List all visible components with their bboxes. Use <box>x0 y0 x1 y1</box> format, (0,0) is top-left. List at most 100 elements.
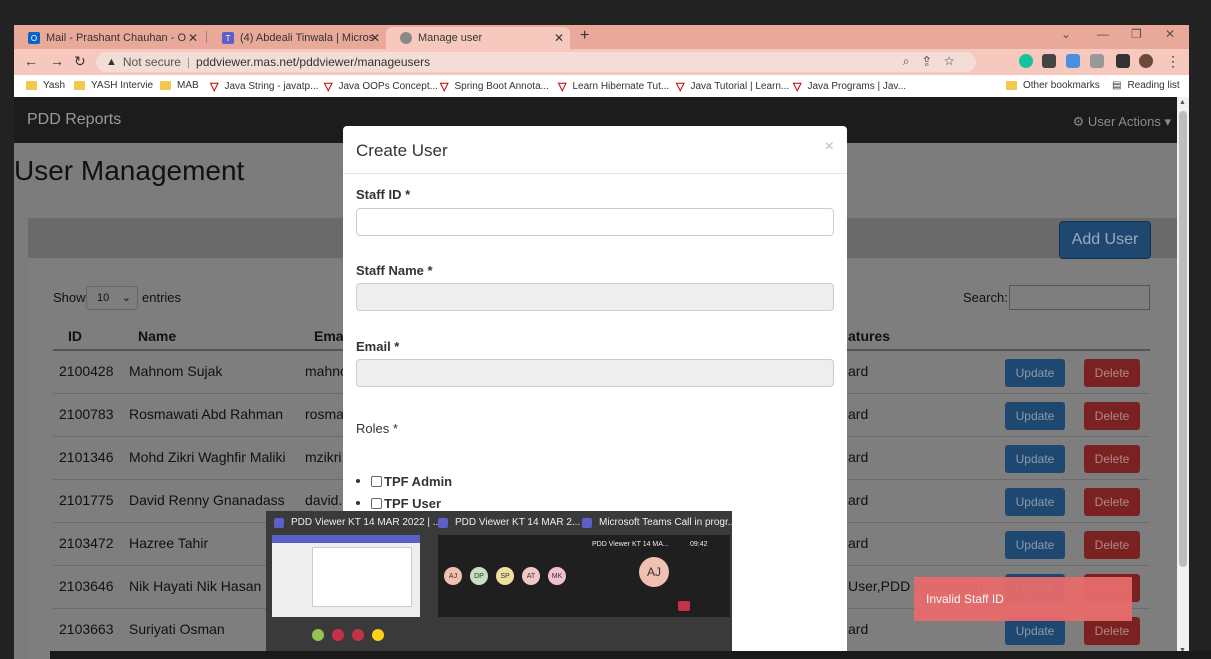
puzzle-icon[interactable] <box>1116 54 1130 68</box>
tpf-user-checkbox[interactable] <box>371 497 382 509</box>
status-busy-icon[interactable] <box>332 629 344 641</box>
profile-avatar[interactable] <box>1139 54 1153 68</box>
bookmark-item[interactable]: MAB <box>160 80 199 91</box>
javatpoint-icon: ▽ <box>324 81 333 93</box>
search-input[interactable] <box>1009 285 1150 310</box>
add-user-button[interactable]: Add User <box>1059 221 1151 259</box>
bookmark-item[interactable]: Yash <box>26 80 65 91</box>
cogs-icon: ⚙ <box>1072 114 1085 129</box>
window-thumbnail[interactable] <box>272 535 420 617</box>
bookmark-item[interactable]: ▽ Java String - javatp... <box>210 80 318 93</box>
update-button[interactable]: Update <box>1005 531 1065 559</box>
folder-icon <box>160 81 171 90</box>
staff-id-input[interactable] <box>356 208 834 236</box>
cell-email: mzikri. <box>305 449 346 465</box>
window-thumbnail[interactable]: PDD Viewer KT 14 MA... 09:42 AJ <box>582 535 730 617</box>
window-thumbnail[interactable]: AJ DP SP AT MK <box>438 535 586 617</box>
delete-button[interactable]: Delete <box>1084 488 1140 516</box>
url-bar[interactable]: ▲ Not secure | pddviewer.mas.net/pddview… <box>96 52 976 72</box>
preview-title[interactable]: Microsoft Teams Call in progr... <box>582 517 736 528</box>
delete-button[interactable]: Delete <box>1084 617 1140 645</box>
column-header-id[interactable]: ID <box>68 328 82 344</box>
cell-email: mahnc <box>305 363 348 379</box>
bookmark-item[interactable]: ▽ Java OOPs Concept... <box>324 80 438 93</box>
search-label: Search: <box>963 290 1008 305</box>
reload-icon[interactable]: ↻ <box>74 53 86 70</box>
reading-list[interactable]: ▤ Reading list <box>1112 80 1180 91</box>
error-toast[interactable]: Invalid Staff ID <box>914 577 1132 621</box>
bookmark-item[interactable]: ▽ Java Tutorial | Learn... <box>676 80 789 93</box>
cell-id: 2100428 <box>59 363 114 379</box>
scroll-up-icon[interactable]: ▲ <box>1179 99 1186 106</box>
menu-icon[interactable]: ⋮ <box>1166 53 1180 70</box>
bookmark-label: Java Programs | Jav... <box>807 81 907 92</box>
hangup-icon[interactable] <box>678 601 690 611</box>
status-away-icon[interactable] <box>372 629 384 641</box>
other-bookmarks[interactable]: Other bookmarks <box>1006 80 1100 91</box>
bookmark-label: Reading list <box>1127 80 1180 91</box>
bullet <box>356 479 360 483</box>
column-header-name[interactable]: Name <box>138 328 176 344</box>
javatpoint-icon: ▽ <box>676 81 685 93</box>
tab-outlook-mail[interactable]: O Mail - Prashant Chauhan - Outlo ✕ <box>14 27 204 49</box>
tab-teams[interactable]: T (4) Abdeali Tinwala | Microsoft Te ✕ <box>208 27 386 49</box>
window-close-icon[interactable]: ✕ <box>1165 27 1175 41</box>
scroll-thumb[interactable] <box>1179 111 1187 567</box>
omnibox-action-icons[interactable]: ⌕⇪☆ <box>903 54 968 69</box>
app-brand[interactable]: PDD Reports <box>27 111 121 129</box>
status-dnd-icon[interactable] <box>352 629 364 641</box>
delete-button[interactable]: Delete <box>1084 445 1140 473</box>
update-button[interactable]: Update <box>1005 488 1065 516</box>
translate-icon[interactable] <box>1066 54 1080 68</box>
bookmark-item[interactable]: ▽ Spring Boot Annota... <box>440 80 549 93</box>
page-size-select[interactable]: 10 ⌄ <box>86 286 138 310</box>
update-button[interactable]: Update <box>1005 359 1065 387</box>
bookmark-item[interactable]: ▽ Java Programs | Jav... <box>793 80 906 93</box>
bookmark-item[interactable]: YASH Intervie <box>74 80 153 91</box>
extension-icon[interactable] <box>1090 54 1104 68</box>
delete-button[interactable]: Delete <box>1084 402 1140 430</box>
preview-title[interactable]: PDD Viewer KT 14 MAR 2022 | ... <box>274 517 441 528</box>
update-button[interactable]: Update <box>1005 402 1065 430</box>
user-actions-label: User Actions <box>1087 114 1161 129</box>
cell-id: 2101346 <box>59 449 114 465</box>
minimize-icon[interactable]: — <box>1097 27 1109 41</box>
thumb-header <box>272 535 420 543</box>
page-scrollbar[interactable]: ▲ ▼ <box>1177 97 1189 659</box>
close-icon[interactable]: ✕ <box>370 31 380 45</box>
caret-down-icon: ▾ <box>1164 114 1171 129</box>
bookmark-item[interactable]: ▽ Learn Hibernate Tut... <box>558 80 669 93</box>
outlook-icon: O <box>28 32 40 44</box>
delete-button[interactable]: Delete <box>1084 531 1140 559</box>
modal-header: Create User × <box>343 126 847 174</box>
javatpoint-icon: ▽ <box>210 81 219 93</box>
close-icon[interactable]: ✕ <box>188 31 198 45</box>
grammarly-icon[interactable] <box>1019 54 1033 68</box>
forward-arrow-icon[interactable]: → <box>50 53 64 69</box>
staff-id-label: Staff ID * <box>356 187 411 202</box>
preview-title[interactable]: PDD Viewer KT 14 MAR 2... <box>438 517 580 528</box>
column-header-features[interactable]: atures <box>848 328 890 344</box>
preview-title-text: Microsoft Teams Call in progr... <box>599 517 737 528</box>
column-header-email[interactable]: Ema <box>314 328 344 344</box>
close-icon[interactable]: × <box>825 138 834 156</box>
tpf-admin-checkbox[interactable] <box>371 475 382 487</box>
caller-avatar: AJ <box>639 557 669 587</box>
delete-button[interactable]: Delete <box>1084 359 1140 387</box>
new-tab-button[interactable]: + <box>580 27 589 45</box>
update-button[interactable]: Update <box>1005 617 1065 645</box>
email-field[interactable] <box>356 359 834 387</box>
update-button[interactable]: Update <box>1005 445 1065 473</box>
restore-icon[interactable]: ❐ <box>1131 27 1142 41</box>
javatpoint-icon: ▽ <box>440 81 449 93</box>
staff-name-input[interactable] <box>356 283 834 311</box>
back-arrow-icon[interactable]: ← <box>24 53 38 69</box>
bullet <box>356 501 360 505</box>
security-label: Not secure <box>122 55 181 69</box>
tab-manage-user[interactable]: Manage user ✕ <box>386 27 570 49</box>
close-icon[interactable]: ✕ <box>554 31 564 45</box>
chevron-down-icon[interactable]: ⌄ <box>1061 27 1071 41</box>
user-actions-menu[interactable]: ⚙ User Actions ▾ <box>1073 114 1171 130</box>
status-available-icon[interactable] <box>312 629 324 641</box>
extension-icon[interactable] <box>1042 54 1056 68</box>
